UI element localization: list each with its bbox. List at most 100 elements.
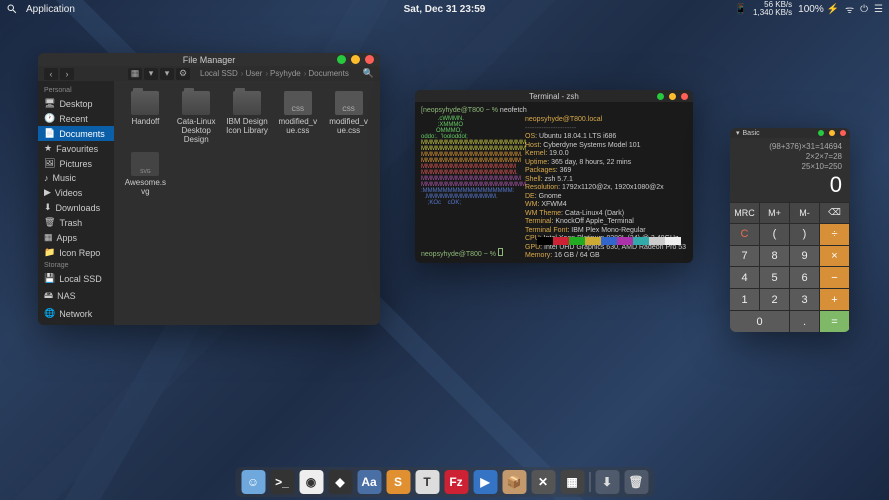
minimize-button[interactable] xyxy=(657,93,664,100)
file-item[interactable]: Awesome.svg xyxy=(122,150,169,198)
sidebar-item-apps[interactable]: ▦Apps xyxy=(38,230,114,245)
dock-remove[interactable]: ✕ xyxy=(531,470,555,494)
maximize-button[interactable] xyxy=(669,93,676,100)
breadcrumb-item[interactable]: Documents xyxy=(308,69,348,78)
key-rparen[interactable]: ) xyxy=(790,223,820,245)
file-item[interactable]: CSSmodified_vue.css xyxy=(274,89,321,146)
forward-button[interactable]: › xyxy=(60,68,74,80)
menu-icon[interactable]: ☰ xyxy=(874,4,883,15)
terminal-content[interactable]: [neopsyhyde@T800 ~ % neofetch .cWMMN. :X… xyxy=(415,102,693,263)
file-label: modified_vue.css xyxy=(276,117,319,135)
key-clear[interactable]: C xyxy=(730,223,760,245)
close-button[interactable] xyxy=(681,93,688,100)
file-item[interactable]: Handoff xyxy=(122,89,169,146)
key-mminus[interactable]: M- xyxy=(790,202,820,223)
file-item[interactable]: CSSmodified_vue.css xyxy=(325,89,372,146)
search-icon[interactable] xyxy=(6,3,18,15)
dock-sketch[interactable]: ◆ xyxy=(328,470,352,494)
maximize-button[interactable] xyxy=(351,55,360,64)
sort-dropdown[interactable]: ▾ xyxy=(160,68,174,80)
maximize-button[interactable] xyxy=(829,130,835,136)
key-lparen[interactable]: ( xyxy=(760,223,790,245)
minimize-button[interactable] xyxy=(818,130,824,136)
dock-video[interactable]: ▶ xyxy=(473,470,497,494)
key-9[interactable]: 9 xyxy=(790,245,820,267)
dock-fonts[interactable]: Aa xyxy=(357,470,381,494)
sidebar-item-downloads[interactable]: ⬇Downloads xyxy=(38,200,114,215)
phone-battery-icon[interactable]: 📱 xyxy=(735,4,747,15)
file-manager-content[interactable]: HandoffCata-Linux Desktop DesignIBM Desi… xyxy=(114,81,380,325)
battery-indicator[interactable]: 100% ⚡ xyxy=(798,4,839,15)
mode-dropdown-icon[interactable]: ▾ xyxy=(736,129,740,137)
dock-sublime[interactable]: S xyxy=(386,470,410,494)
nas-icon: 🖴 xyxy=(44,288,53,304)
sidebar-item-trash[interactable]: 🗑Trash xyxy=(38,215,114,230)
sidebar-item-favourites[interactable]: ★Favourites xyxy=(38,141,114,156)
key-mplus[interactable]: M+ xyxy=(760,202,790,223)
sidebar-item-documents[interactable]: 📄Documents xyxy=(38,126,114,141)
view-dropdown[interactable]: ▾ xyxy=(144,68,158,80)
calculator-history: (98+376)×31=146942×2×7=2825×10=250 xyxy=(738,142,842,172)
minimize-button[interactable] xyxy=(337,55,346,64)
sidebar-item-nas[interactable]: 🖴NAS xyxy=(38,286,114,306)
breadcrumb-item[interactable]: Psyhyde xyxy=(270,69,306,78)
key-decimal[interactable]: . xyxy=(790,310,820,332)
calculator-display: (98+376)×31=146942×2×7=2825×10=250 0 xyxy=(730,138,850,202)
key-backspace[interactable]: ⌫ xyxy=(820,202,850,223)
power-icon[interactable]: ⏻ xyxy=(860,4,868,15)
sidebar-item-pictures[interactable]: 🖼Pictures xyxy=(38,156,114,171)
key-subtract[interactable]: − xyxy=(820,266,850,288)
key-mrc[interactable]: MRC xyxy=(730,202,760,223)
key-7[interactable]: 7 xyxy=(730,245,760,267)
terminal-title: Terminal - zsh xyxy=(529,92,579,101)
clock-icon: 🕐 xyxy=(44,113,55,124)
sidebar-item-videos[interactable]: ▶Videos xyxy=(38,185,114,200)
terminal-titlebar[interactable]: Terminal - zsh xyxy=(415,90,693,102)
file-item[interactable]: Cata-Linux Desktop Design xyxy=(173,89,220,146)
sidebar-item-local-ssd[interactable]: 💾Local SSD xyxy=(38,271,114,286)
close-button[interactable] xyxy=(365,55,374,64)
sidebar-section: Personal xyxy=(38,85,114,96)
key-1[interactable]: 1 xyxy=(730,288,760,310)
sidebar-item-network[interactable]: 🌐Network xyxy=(38,306,114,321)
dock-chrome[interactable]: ◉ xyxy=(299,470,323,494)
key-equals[interactable]: = xyxy=(820,310,850,332)
dock-filezilla[interactable]: Fz xyxy=(444,470,468,494)
calculator-titlebar[interactable]: ▾ Basic xyxy=(730,128,850,138)
file-manager-titlebar[interactable]: File Manager xyxy=(38,53,380,66)
sidebar-item-icon-repo[interactable]: 📁Icon Repo xyxy=(38,245,114,260)
key-2[interactable]: 2 xyxy=(760,288,790,310)
sidebar-item-desktop[interactable]: 🖥Desktop xyxy=(38,96,114,111)
file-item[interactable]: IBM Design Icon Library xyxy=(224,89,271,146)
clock[interactable]: Sat, Dec 31 23:59 xyxy=(404,4,486,15)
key-3[interactable]: 3 xyxy=(790,288,820,310)
app-menu[interactable]: Application xyxy=(26,4,75,15)
key-divide[interactable]: ÷ xyxy=(820,223,850,245)
back-button[interactable]: ‹ xyxy=(44,68,58,80)
wifi-icon[interactable]: ᯤ xyxy=(845,2,854,16)
calculator-mode: Basic xyxy=(743,130,760,137)
key-add[interactable]: + xyxy=(820,288,850,310)
key-0[interactable]: 0 xyxy=(730,310,790,332)
key-8[interactable]: 8 xyxy=(760,245,790,267)
sidebar-item-recent[interactable]: 🕐Recent xyxy=(38,111,114,126)
breadcrumb[interactable]: Local SSDUserPsyhydeDocuments xyxy=(200,69,349,78)
key-multiply[interactable]: × xyxy=(820,245,850,267)
key-5[interactable]: 5 xyxy=(760,266,790,288)
dock-text[interactable]: T xyxy=(415,470,439,494)
sidebar-item-music[interactable]: ♪Music xyxy=(38,171,114,185)
breadcrumb-item[interactable]: User xyxy=(245,69,268,78)
close-button[interactable] xyxy=(840,130,846,136)
key-6[interactable]: 6 xyxy=(790,266,820,288)
search-button[interactable]: 🔍 xyxy=(363,68,374,79)
dock-finder[interactable]: ☺ xyxy=(241,470,265,494)
settings-button[interactable]: ⚙ xyxy=(176,68,190,80)
dock-trash[interactable]: 🗑 xyxy=(624,470,648,494)
dock-terminal[interactable]: >_ xyxy=(270,470,294,494)
icon-view-button[interactable]: ▦ xyxy=(128,68,142,80)
dock-downloads[interactable]: ⬇ xyxy=(595,470,619,494)
dock-calculator[interactable]: ▦ xyxy=(560,470,584,494)
dock-archive[interactable]: 📦 xyxy=(502,470,526,494)
key-4[interactable]: 4 xyxy=(730,266,760,288)
breadcrumb-item[interactable]: Local SSD xyxy=(200,69,243,78)
